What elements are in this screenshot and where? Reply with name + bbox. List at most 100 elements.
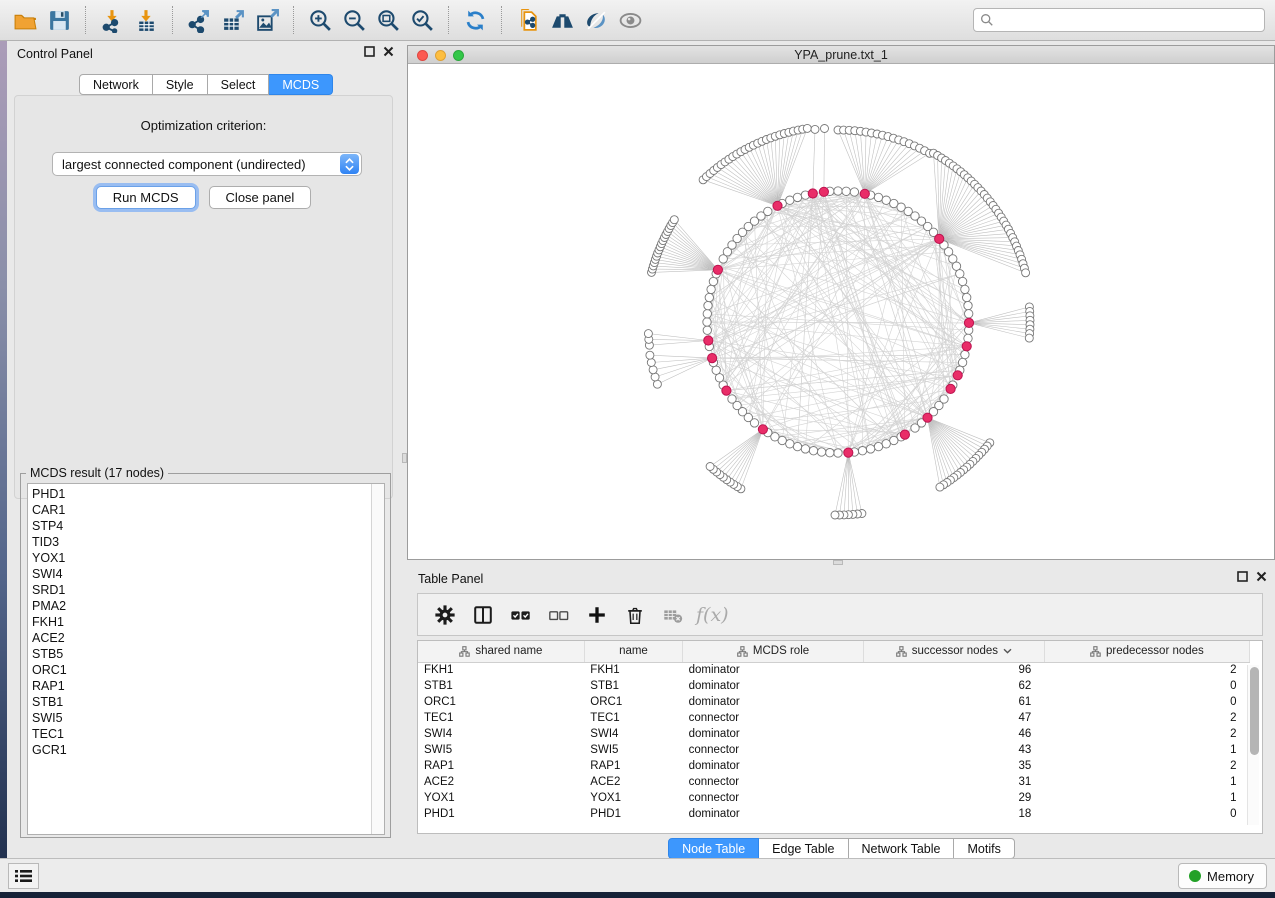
cell-predecessor_nodes[interactable]: 1: [1044, 790, 1249, 806]
cell-predecessor_nodes[interactable]: 0: [1044, 678, 1249, 694]
mcds-result-item[interactable]: TID3: [32, 534, 371, 550]
cell-predecessor_nodes[interactable]: 2: [1044, 710, 1249, 726]
search-binoculars-button[interactable]: [545, 4, 579, 36]
cell-name[interactable]: SWI5: [584, 742, 682, 758]
network-svg[interactable]: [408, 64, 1274, 559]
column-header-shared_name[interactable]: shared name: [418, 641, 584, 662]
cell-successor_nodes[interactable]: 31: [863, 774, 1044, 790]
cell-successor_nodes[interactable]: 61: [863, 694, 1044, 710]
tab-motifs[interactable]: Motifs: [954, 838, 1014, 859]
column-header-successor_nodes[interactable]: successor nodes: [863, 641, 1044, 662]
column-header-mcds_role[interactable]: MCDS role: [683, 641, 864, 662]
add-row-button[interactable]: [580, 598, 613, 631]
mcds-result-item[interactable]: PHD1: [32, 486, 371, 502]
cell-successor_nodes[interactable]: 46: [863, 726, 1044, 742]
export-table-button[interactable]: [216, 4, 250, 36]
cell-shared_name[interactable]: ORC1: [418, 694, 584, 710]
cell-name[interactable]: ACE2: [584, 774, 682, 790]
cell-successor_nodes[interactable]: 35: [863, 758, 1044, 774]
tab-select[interactable]: Select: [208, 74, 270, 95]
settings-button[interactable]: [428, 598, 461, 631]
cell-shared_name[interactable]: SWI4: [418, 726, 584, 742]
float-panel-icon[interactable]: [364, 46, 375, 57]
memory-button[interactable]: Memory: [1178, 863, 1267, 889]
cell-predecessor_nodes[interactable]: 2: [1044, 758, 1249, 774]
cell-predecessor_nodes[interactable]: 1: [1044, 742, 1249, 758]
search-input[interactable]: [999, 10, 1258, 30]
cell-shared_name[interactable]: YOX1: [418, 790, 584, 806]
cell-mcds_role[interactable]: connector: [683, 790, 864, 806]
close-panel-button[interactable]: Close panel: [209, 186, 312, 209]
hide-details-button[interactable]: [579, 4, 613, 36]
cell-shared_name[interactable]: STB1: [418, 678, 584, 694]
cell-name[interactable]: ORC1: [584, 694, 682, 710]
zoom-out-button[interactable]: [337, 4, 371, 36]
network-window-titlebar[interactable]: YPA_prune.txt_1: [408, 46, 1274, 64]
maximize-window-icon[interactable]: [453, 50, 464, 61]
tab-node-table[interactable]: Node Table: [668, 838, 759, 859]
run-mcds-button[interactable]: Run MCDS: [96, 186, 196, 209]
mcds-result-item[interactable]: CAR1: [32, 502, 371, 518]
export-network-button[interactable]: [182, 4, 216, 36]
cell-name[interactable]: STB1: [584, 678, 682, 694]
cell-shared_name[interactable]: PHD1: [418, 806, 584, 822]
cell-mcds_role[interactable]: connector: [683, 710, 864, 726]
select-all-button[interactable]: [504, 598, 537, 631]
minimize-window-icon[interactable]: [435, 50, 446, 61]
cell-successor_nodes[interactable]: 96: [863, 662, 1044, 678]
cell-predecessor_nodes[interactable]: 0: [1044, 694, 1249, 710]
mcds-result-item[interactable]: RAP1: [32, 678, 371, 694]
delete-row-button[interactable]: [618, 598, 651, 631]
zoom-fit-button[interactable]: [371, 4, 405, 36]
column-header-predecessor_nodes[interactable]: predecessor nodes: [1044, 641, 1249, 662]
cell-mcds_role[interactable]: dominator: [683, 806, 864, 822]
cell-shared_name[interactable]: ACE2: [418, 774, 584, 790]
mcds-result-item[interactable]: YOX1: [32, 550, 371, 566]
table-row[interactable]: ORC1ORC1dominator610: [418, 694, 1250, 710]
cell-shared_name[interactable]: SWI5: [418, 742, 584, 758]
table-row[interactable]: ACE2ACE2connector311: [418, 774, 1250, 790]
cell-predecessor_nodes[interactable]: 0: [1044, 806, 1249, 822]
cell-name[interactable]: RAP1: [584, 758, 682, 774]
import-network-button[interactable]: [95, 4, 129, 36]
mcds-result-item[interactable]: GCR1: [32, 742, 371, 758]
cell-successor_nodes[interactable]: 18: [863, 806, 1044, 822]
mcds-result-item[interactable]: ORC1: [32, 662, 371, 678]
table-row[interactable]: FKH1FKH1dominator962: [418, 662, 1250, 678]
mcds-result-item[interactable]: SWI5: [32, 710, 371, 726]
cell-shared_name[interactable]: RAP1: [418, 758, 584, 774]
tab-network[interactable]: Network: [79, 74, 153, 95]
cell-mcds_role[interactable]: connector: [683, 774, 864, 790]
tab-mcds[interactable]: MCDS: [269, 74, 333, 95]
table-row[interactable]: PHD1PHD1dominator180: [418, 806, 1250, 822]
cell-predecessor_nodes[interactable]: 2: [1044, 662, 1249, 678]
mcds-result-item[interactable]: FKH1: [32, 614, 371, 630]
close-window-icon[interactable]: [417, 50, 428, 61]
tab-edge-table[interactable]: Edge Table: [759, 838, 848, 859]
open-folder-button[interactable]: [8, 4, 42, 36]
table-row[interactable]: STB1STB1dominator620: [418, 678, 1250, 694]
tab-network-table[interactable]: Network Table: [849, 838, 955, 859]
zoom-selected-button[interactable]: [405, 4, 439, 36]
refresh-layout-button[interactable]: [458, 4, 492, 36]
cell-successor_nodes[interactable]: 47: [863, 710, 1044, 726]
cell-name[interactable]: TEC1: [584, 710, 682, 726]
split-view-button[interactable]: [466, 598, 499, 631]
mcds-result-item[interactable]: TEC1: [32, 726, 371, 742]
cell-predecessor_nodes[interactable]: 2: [1044, 726, 1249, 742]
tab-style[interactable]: Style: [153, 74, 208, 95]
task-history-button[interactable]: [8, 863, 39, 889]
mcds-list-scrollbar[interactable]: [371, 484, 384, 834]
cell-mcds_role[interactable]: dominator: [683, 694, 864, 710]
cell-name[interactable]: PHD1: [584, 806, 682, 822]
cell-mcds_role[interactable]: dominator: [683, 726, 864, 742]
mcds-result-item[interactable]: SWI4: [32, 566, 371, 582]
share-document-button[interactable]: [511, 4, 545, 36]
cell-predecessor_nodes[interactable]: 1: [1044, 774, 1249, 790]
mcds-result-item[interactable]: SRD1: [32, 582, 371, 598]
mcds-result-item[interactable]: ACE2: [32, 630, 371, 646]
cell-mcds_role[interactable]: dominator: [683, 758, 864, 774]
zoom-in-button[interactable]: [303, 4, 337, 36]
cell-name[interactable]: SWI4: [584, 726, 682, 742]
table-row[interactable]: SWI4SWI4dominator462: [418, 726, 1250, 742]
